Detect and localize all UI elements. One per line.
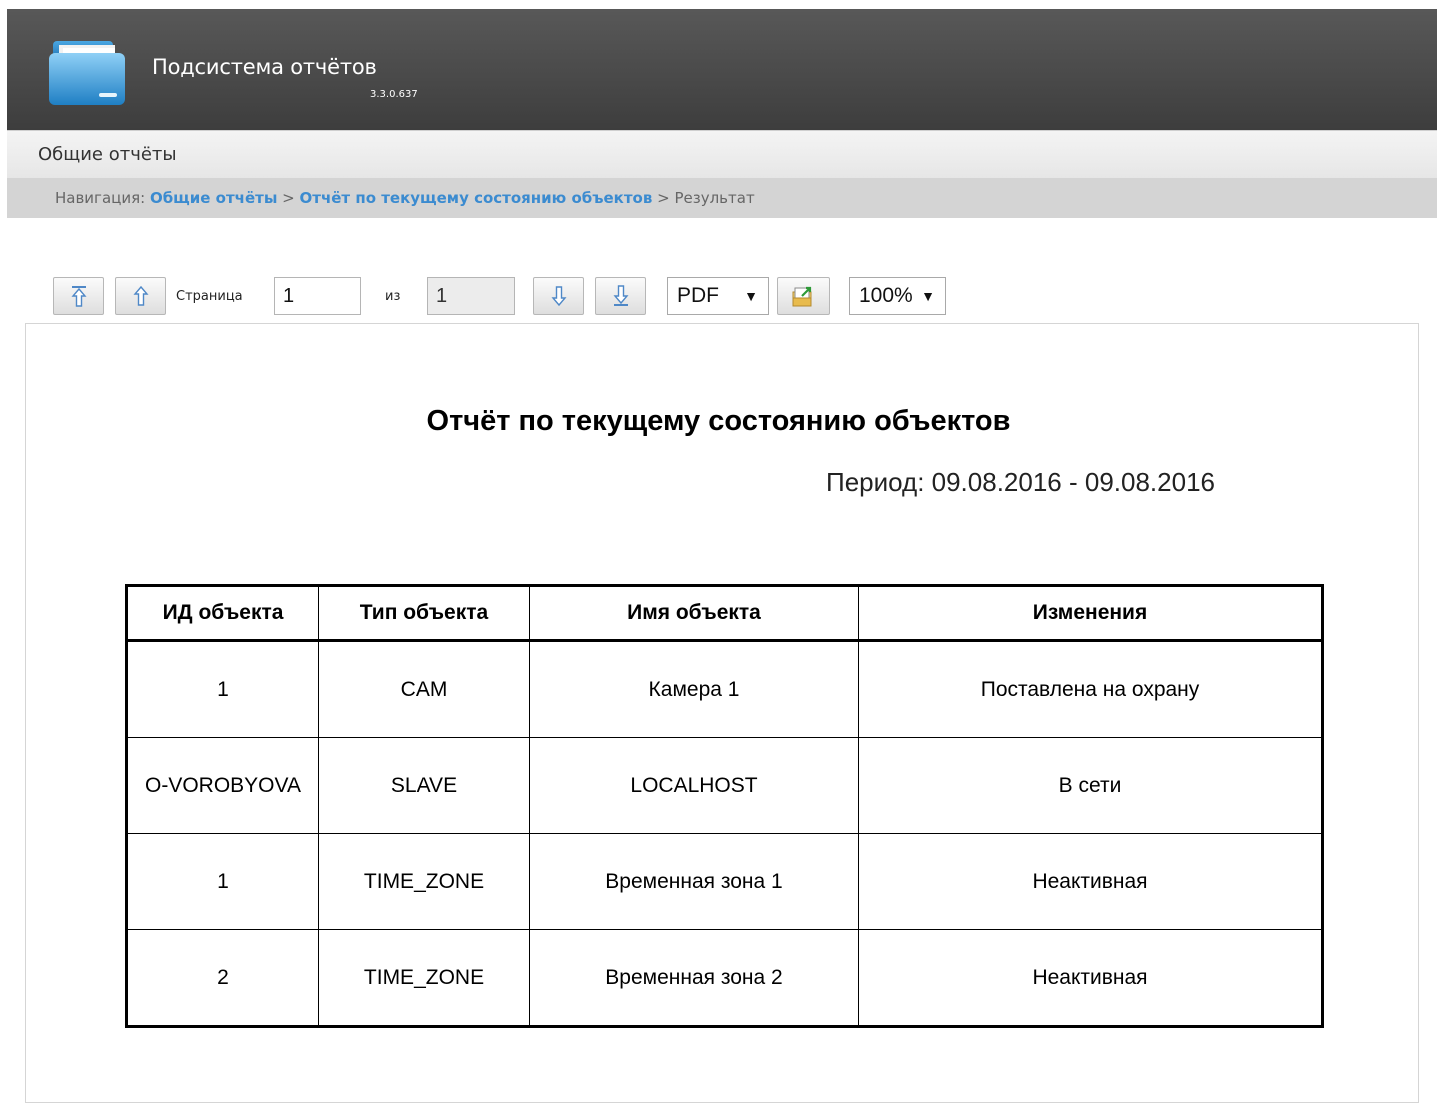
zoom-value: 100% xyxy=(859,284,913,307)
cell-object-name: Временная зона 2 xyxy=(529,929,859,1027)
report-table: ИД объекта Тип объекта Имя объекта Измен… xyxy=(125,584,1324,1028)
report-period: Период: 09.08.2016 - 09.08.2016 xyxy=(826,467,1215,497)
cell-object-type: TIME_ZONE xyxy=(318,929,530,1027)
breadcrumb-link-report[interactable]: Отчёт по текущему состоянию объектов xyxy=(300,189,653,207)
cell-object-type: SLAVE xyxy=(318,737,530,834)
table-header-row: ИД объекта Тип объекта Имя объекта Измен… xyxy=(126,585,1323,642)
section-title[interactable]: Общие отчёты xyxy=(38,144,177,165)
cell-object-id: 1 xyxy=(126,640,319,738)
column-header-object-name: Имя объекта xyxy=(529,585,859,642)
folder-logo-icon xyxy=(47,37,127,107)
app-title: Подсистема отчётов xyxy=(152,55,377,79)
of-label: из xyxy=(385,289,401,304)
arrow-last-page-icon xyxy=(612,285,629,307)
prev-page-button[interactable] xyxy=(115,277,166,315)
page-label: Страница xyxy=(176,289,243,304)
table-row: 1 CAM Камера 1 Поставлена на охрану xyxy=(126,640,1323,738)
breadcrumb-prefix: Навигация: xyxy=(55,189,150,207)
total-pages-field: 1 xyxy=(427,277,515,315)
table-row: O-VOROBYOVA SLAVE LOCALHOST В сети xyxy=(126,737,1323,834)
export-icon xyxy=(790,284,818,308)
breadcrumb: Навигация: Общие отчёты > Отчёт по текущ… xyxy=(55,189,755,207)
cell-changes: Неактивная xyxy=(858,929,1323,1027)
breadcrumb-bar: Навигация: Общие отчёты > Отчёт по текущ… xyxy=(7,178,1437,218)
report-title: Отчёт по текущему состоянию объектов xyxy=(426,405,1011,437)
breadcrumb-separator: > xyxy=(277,189,300,207)
cell-changes: Неактивная xyxy=(858,833,1323,930)
next-page-button[interactable] xyxy=(533,277,584,315)
column-header-object-type: Тип объекта xyxy=(318,585,530,642)
arrow-first-page-icon xyxy=(70,285,87,307)
app-version: 3.3.0.637 xyxy=(370,89,418,100)
breadcrumb-link-general-reports[interactable]: Общие отчёты xyxy=(150,189,277,207)
chevron-down-icon: ▼ xyxy=(744,288,758,304)
cell-object-name: LOCALHOST xyxy=(529,737,859,834)
table-row: 1 TIME_ZONE Временная зона 1 Неактивная xyxy=(126,833,1323,930)
first-page-button[interactable] xyxy=(53,277,104,315)
export-format-value: PDF xyxy=(677,284,719,307)
cell-object-type: TIME_ZONE xyxy=(318,833,530,930)
arrow-prev-page-icon xyxy=(132,285,149,307)
chevron-down-icon: ▼ xyxy=(921,288,935,304)
cell-object-name: Временная зона 1 xyxy=(529,833,859,930)
cell-object-type: CAM xyxy=(318,640,530,738)
column-header-object-id: ИД объекта xyxy=(126,585,319,642)
table-row: 2 TIME_ZONE Временная зона 2 Неактивная xyxy=(126,929,1323,1027)
app-header: Подсистема отчётов 3.3.0.637 xyxy=(7,9,1437,130)
cell-changes: Поставлена на охрану xyxy=(858,640,1323,738)
section-bar: Общие отчёты xyxy=(7,130,1437,179)
last-page-button[interactable] xyxy=(595,277,646,315)
cell-object-name: Камера 1 xyxy=(529,640,859,738)
breadcrumb-current: Результат xyxy=(674,189,755,207)
cell-object-id: 2 xyxy=(126,929,319,1027)
cell-changes: В сети xyxy=(858,737,1323,834)
export-button[interactable] xyxy=(777,277,830,315)
page-number-input[interactable]: 1 xyxy=(274,277,361,315)
zoom-select[interactable]: 100% ▼ xyxy=(849,277,946,315)
export-format-select[interactable]: PDF ▼ xyxy=(667,277,769,315)
cell-object-id: O-VOROBYOVA xyxy=(126,737,319,834)
breadcrumb-separator: > xyxy=(652,189,675,207)
column-header-changes: Изменения xyxy=(858,585,1323,642)
cell-object-id: 1 xyxy=(126,833,319,930)
arrow-next-page-icon xyxy=(550,285,567,307)
